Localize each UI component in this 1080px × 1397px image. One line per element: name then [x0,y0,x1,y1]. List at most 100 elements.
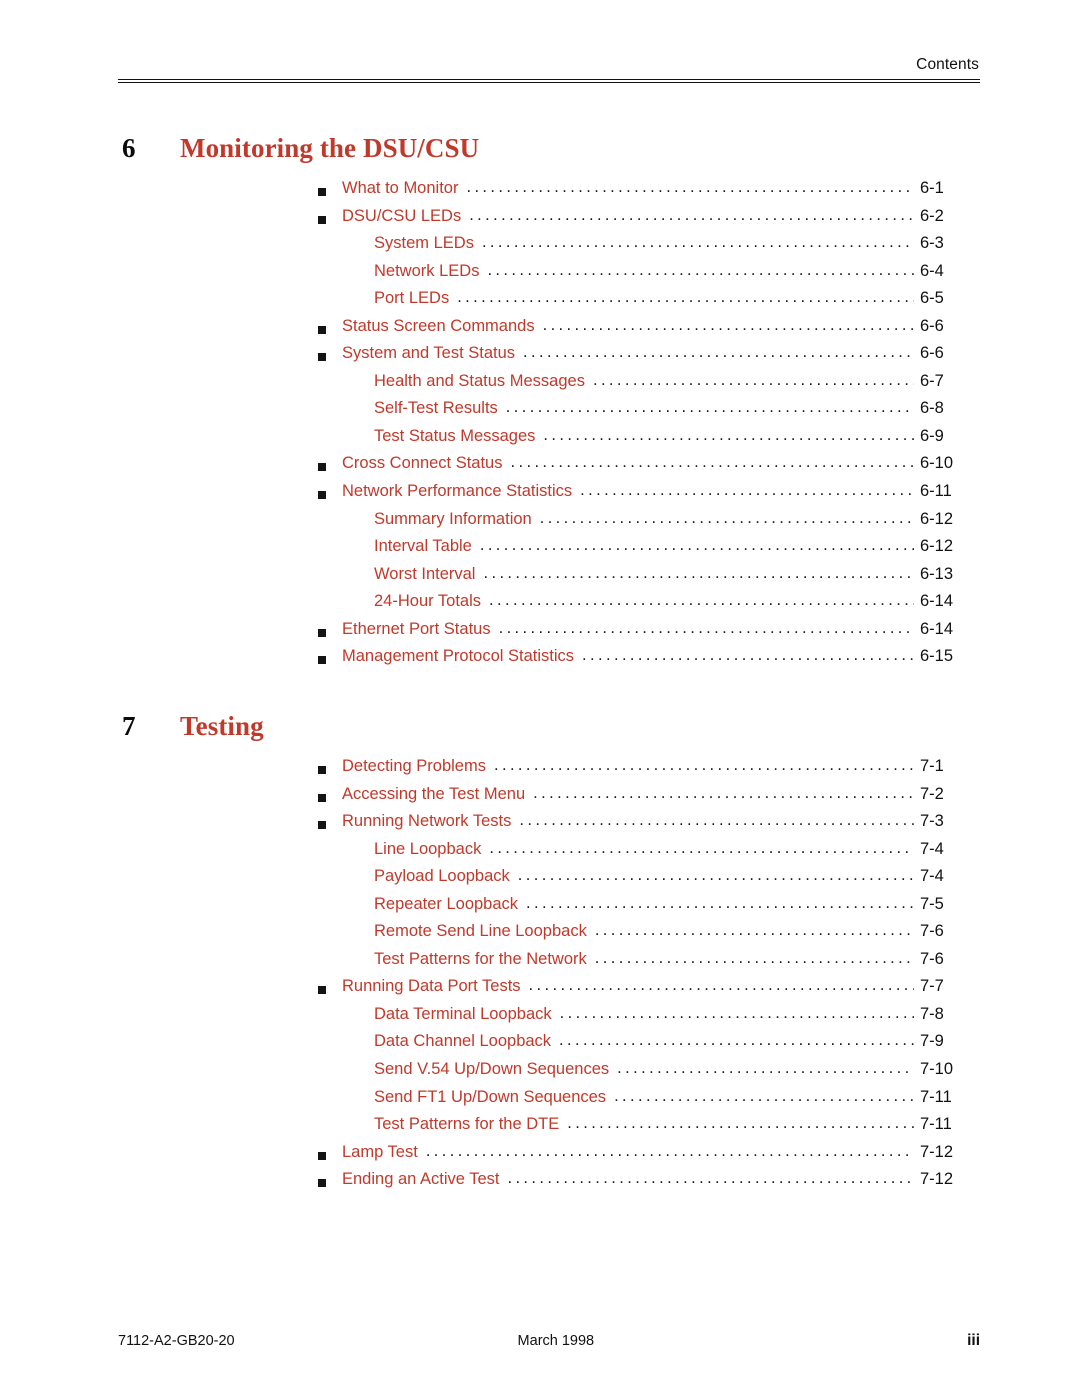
toc-entry-page: 6-6 [920,316,944,335]
leader-dots: ........................................… [594,921,914,940]
toc-entry[interactable]: Data Channel Loopback...................… [318,1031,980,1060]
toc-entry[interactable]: 24-Hour Totals..........................… [318,591,980,620]
toc-entry-page: 7-12 [920,1170,954,1189]
toc-entry-page: 7-3 [920,812,944,831]
chapter-title[interactable]: Monitoring the DSU/CSU [180,133,479,164]
toc-entry[interactable]: Send FT1 Up/Down Sequences..............… [318,1087,980,1116]
toc-entry[interactable]: Running Data Port Tests.................… [318,976,980,1005]
toc-entry-page: 6-2 [920,206,944,225]
toc-entry-label: Network LEDs [374,261,480,280]
bullet-square-icon [318,821,326,830]
toc-entry-label: Worst Interval [374,564,476,583]
toc-entry[interactable]: System and Test Status..................… [318,343,980,372]
toc-entry-page: 7-4 [920,839,944,858]
toc-entry-label: Accessing the Test Menu [342,784,526,803]
leader-dots: ........................................… [528,976,914,995]
toc-entry[interactable]: Interval Table..........................… [318,536,980,565]
toc-entry[interactable]: Running Network Tests...................… [318,811,980,840]
toc-entry-page: 6-15 [920,647,954,666]
toc-entry-page: 7-4 [920,867,944,886]
toc-entry-page: 7-2 [920,784,944,803]
toc-entry-label: Summary Information [374,509,532,528]
leader-dots: ........................................… [483,563,914,582]
leader-dots: ........................................… [466,178,914,196]
toc-entry[interactable]: Worst Interval..........................… [318,563,980,593]
leader-dots: ........................................… [542,315,914,334]
toc-entry[interactable]: Network Performance Statistics..........… [318,481,980,510]
leader-dots: ........................................… [457,288,914,307]
toc-entry[interactable]: Data Terminal Loopback..................… [318,1004,980,1033]
toc-entry[interactable]: Management Protocol Statistics..........… [318,646,980,675]
toc-entry[interactable]: Remote Send Line Loopback...............… [318,921,980,950]
toc-entry[interactable]: Repeater Loopback.......................… [318,894,980,923]
toc-entry-page: 6-12 [920,509,954,528]
toc-entry-label: Detecting Problems [342,757,486,775]
toc-entry[interactable]: Ending an Active Test...................… [318,1169,980,1198]
toc-entry-page: 6-8 [920,399,944,418]
toc-entry-label: Health and Status Messages [374,371,585,390]
bullet-square-icon [318,463,326,472]
chapter-section: 6 Monitoring the DSU/CSU What to Monitor… [0,133,1080,675]
bullet-square-icon [318,628,326,637]
toc-entry-label: Port LEDs [374,289,450,308]
toc-entry[interactable]: DSU/CSU LEDs............................… [318,206,980,235]
toc-entry[interactable]: Lamp Test...............................… [318,1142,980,1171]
toc-entry[interactable]: Ethernet Port Status....................… [318,618,980,648]
toc-entry[interactable]: Detecting Problems......................… [318,756,980,785]
toc-entry[interactable]: Payload Loopback........................… [318,866,980,895]
toc-entry[interactable]: Port LEDs...............................… [318,288,980,317]
toc-entry[interactable]: Summary Information.....................… [318,509,980,538]
toc-entry-label: Send V.54 Up/Down Sequences [374,1060,610,1079]
toc-entry[interactable]: Test Patterns for the Network...........… [318,949,980,978]
toc-entry[interactable]: Send V.54 Up/Down Sequences.............… [318,1059,980,1088]
toc-entry-label: Repeater Loopback [374,894,519,913]
leader-dots: ........................................… [498,618,914,637]
toc-entry-page: 6-14 [920,619,954,638]
toc-entry[interactable]: Self-Test Results.......................… [318,398,980,427]
toc-entry[interactable]: Network LEDs............................… [318,261,980,290]
toc-entry-label: Send FT1 Up/Down Sequences [374,1087,607,1106]
toc-entry[interactable]: System LEDs.............................… [318,233,980,262]
leader-dots: ........................................… [479,536,914,555]
toc-entry-page: 7-5 [920,894,944,913]
chapter-section: 7 Testing Detecting Problems............… [0,711,1080,1198]
toc-entry[interactable]: Test Status Messages....................… [318,426,980,455]
toc-entry[interactable]: Test Patterns for the DTE...............… [318,1114,980,1143]
toc-entry-page: 6-3 [920,234,944,253]
leader-dots: ........................................… [481,233,914,252]
leader-dots: ........................................… [489,838,914,857]
toc-entry-label: Test Patterns for the Network [374,949,587,968]
toc-entry-page: 6-11 [920,482,952,501]
page-header: Contents [118,56,980,84]
toc-entry-label: Test Patterns for the DTE [374,1115,560,1134]
toc-entry[interactable]: Line Loopback...........................… [318,838,980,868]
toc-list: Detecting Problems......................… [318,756,980,1198]
toc-entry-page: 6-1 [920,179,944,197]
toc-entry-page: 6-12 [920,537,954,556]
leader-dots: ........................................… [592,370,914,389]
toc-entry-page: 6-10 [920,454,954,473]
bullet-square-icon [318,986,326,995]
toc-entry[interactable]: Cross Connect Status....................… [318,453,980,482]
toc-entry[interactable]: Status Screen Commands..................… [318,315,980,345]
footer-date: March 1998 [517,1333,595,1349]
bullet-square-icon [318,656,326,665]
toc-entry[interactable]: Health and Status Messages..............… [318,370,980,400]
toc-entry[interactable]: Accessing the Test Menu.................… [318,784,980,813]
toc-entry-page: 7-11 [920,1087,952,1106]
leader-dots: ........................................… [582,646,914,665]
toc-entry[interactable]: What to Monitor.........................… [318,178,980,207]
leader-dots: ........................................… [517,866,914,885]
leader-dots: ........................................… [489,591,914,610]
chapter-heading: 6 Monitoring the DSU/CSU [118,133,980,179]
toc-entry-label: Lamp Test [342,1142,418,1161]
leader-dots: ........................................… [559,1031,914,1050]
toc-entry-page: 6-6 [920,344,944,363]
leader-dots: ........................................… [507,1169,914,1188]
chapter-title[interactable]: Testing [180,711,264,742]
toc-entry-label: Remote Send Line Loopback [374,922,587,941]
footer-document-number: 7112-A2-GB20-20 [118,1333,235,1349]
leader-dots: ........................................… [580,481,914,500]
toc-entry-page: 6-13 [920,564,954,583]
header-rule [118,79,980,84]
